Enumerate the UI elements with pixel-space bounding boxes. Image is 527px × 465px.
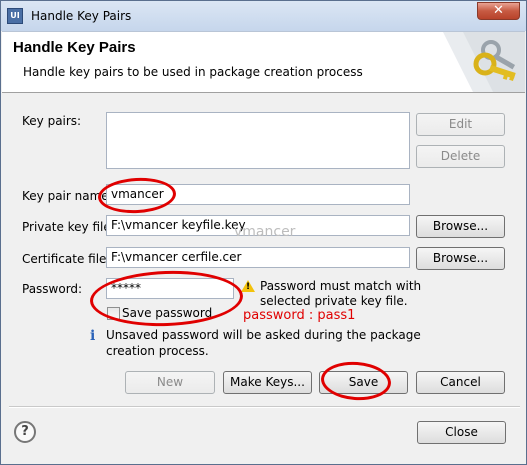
certificate-field[interactable]: F:\vmancer cerfile.cer: [106, 247, 410, 268]
delete-button[interactable]: Delete: [416, 145, 505, 168]
warning-icon-mark: !: [246, 282, 251, 292]
help-icon[interactable]: ?: [14, 421, 36, 443]
close-button[interactable]: Close: [417, 421, 506, 444]
handle-key-pairs-dialog: UI Handle Key Pairs ✕ Handle Key Pairs H…: [0, 0, 527, 465]
window-title: Handle Key Pairs: [31, 9, 132, 23]
save-password-label[interactable]: Save password: [122, 306, 212, 320]
footer-separator: [9, 406, 520, 408]
key-pairs-label: Key pairs:: [22, 114, 82, 128]
cancel-button[interactable]: Cancel: [416, 371, 505, 394]
watermark: vmancer: [234, 224, 296, 240]
banner-description: Handle key pairs to be used in package c…: [23, 65, 363, 79]
info-line1: Unsaved password will be asked during th…: [106, 328, 421, 342]
password-note-annotation: password : pass1: [243, 308, 356, 323]
new-button[interactable]: New: [125, 371, 215, 394]
password-warning-line2: selected private key file.: [260, 294, 408, 308]
make-keys-button[interactable]: Make Keys...: [223, 371, 312, 394]
info-line2: creation process.: [106, 344, 209, 358]
app-icon: UI: [7, 8, 23, 24]
certificate-label: Certificate file:: [22, 252, 111, 266]
private-key-label: Private key file:: [22, 220, 115, 234]
key-pair-name-label: Key pair name:: [22, 189, 113, 203]
edit-button[interactable]: Edit: [416, 113, 505, 136]
header-banner: Handle Key Pairs Handle key pairs to be …: [2, 31, 525, 93]
key-pair-name-field[interactable]: vmancer: [106, 184, 410, 205]
password-warning-line1: Password must match with: [260, 279, 422, 293]
key-pairs-list[interactable]: [106, 112, 410, 169]
keys-icon: [443, 32, 525, 92]
info-icon: i: [90, 328, 96, 344]
save-button[interactable]: Save: [319, 371, 408, 394]
title-bar[interactable]: UI Handle Key Pairs ✕: [1, 1, 526, 31]
save-password-checkbox[interactable]: [107, 307, 120, 320]
certificate-browse-button[interactable]: Browse...: [416, 247, 505, 270]
window-close-button[interactable]: ✕: [477, 2, 520, 20]
private-key-browse-button[interactable]: Browse...: [416, 215, 505, 238]
banner-title: Handle Key Pairs: [13, 39, 136, 56]
password-field[interactable]: *****: [106, 278, 234, 299]
password-label: Password:: [22, 282, 83, 296]
